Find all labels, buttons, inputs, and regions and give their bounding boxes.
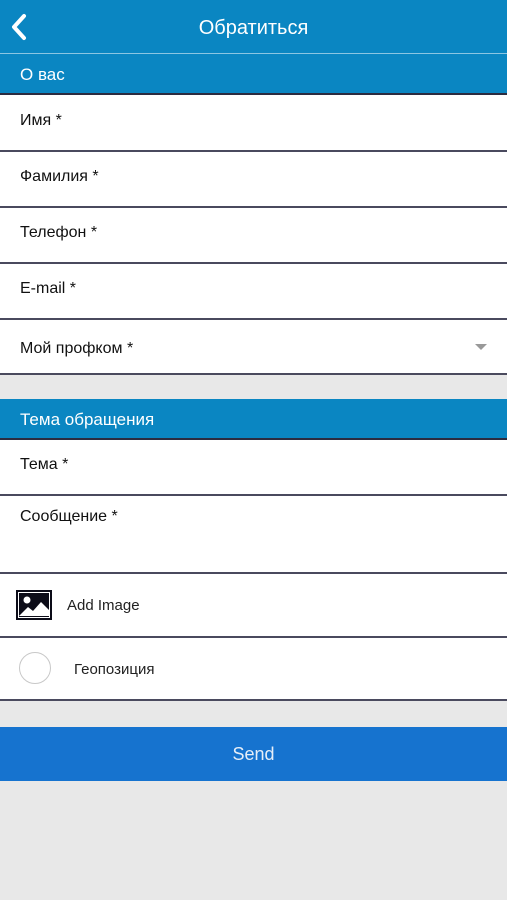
image-icon [16,590,52,620]
send-button[interactable]: Send [0,727,507,781]
page-title: Обратиться [198,17,309,39]
message-label: Сообщение * [20,508,118,525]
message-field[interactable]: Сообщение * [0,496,507,574]
section-gap [0,375,507,399]
add-image-button[interactable]: Add Image [0,574,507,638]
section-header-about: О вас [0,54,507,95]
section-header-topic: Тема обращения [0,399,507,440]
top-bar: Обратиться [0,0,507,54]
dropdown-caret-icon [475,344,487,350]
phone-label: Телефон * [20,224,98,241]
button-gap [0,701,507,727]
subject-field[interactable]: Тема * [0,440,507,496]
add-image-label: Add Image [67,597,140,614]
first-name-label: Имя * [20,112,62,129]
my-union-label: Мой профком * [20,340,134,357]
email-field[interactable]: E-mail * [0,264,507,320]
radio-icon [19,652,51,684]
last-name-label: Фамилия * [20,168,99,185]
subject-label: Тема * [20,456,69,473]
geolocation-label: Геопозиция [74,661,155,678]
my-union-select[interactable]: Мой профком * [0,320,507,375]
phone-field[interactable]: Телефон * [0,208,507,264]
geolocation-toggle[interactable]: Геопозиция [0,638,507,701]
last-name-field[interactable]: Фамилия * [0,152,507,208]
email-label: E-mail * [20,280,77,297]
first-name-field[interactable]: Имя * [0,95,507,152]
